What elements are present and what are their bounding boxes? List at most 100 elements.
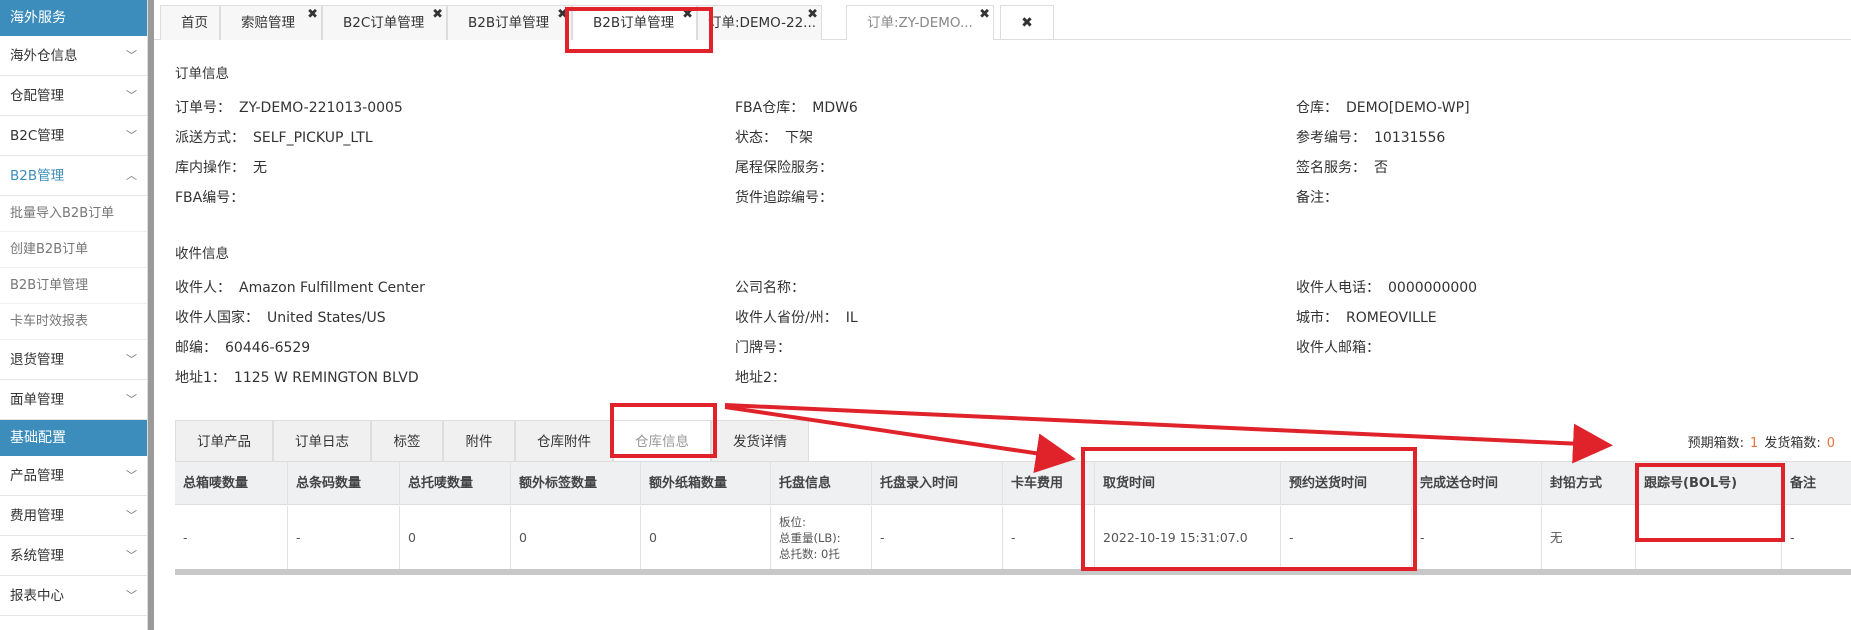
shipped-boxes-value: 0	[1826, 436, 1835, 451]
sidebar-subitem-import-b2b[interactable]: 批量导入B2B订单	[0, 196, 147, 232]
column-header: 托盘信息	[771, 462, 872, 504]
sidebar-item-labels[interactable]: 面单管理 ﹀	[0, 380, 147, 420]
field-value: 0000000000	[1388, 280, 1478, 296]
field-label: 收件人省份/州：	[735, 310, 838, 326]
table-cell: -	[872, 506, 1003, 570]
tab-label: 订单:DEMO-22...	[708, 15, 817, 31]
sidebar-item-label: B2C管理	[10, 128, 65, 144]
sidebar-subitem-b2b-orders[interactable]: B2B订单管理	[0, 268, 147, 304]
close-icon[interactable]: ✖	[979, 6, 990, 32]
tab-label: 索赔管理	[241, 15, 295, 31]
sidebar-subitem-truck-report[interactable]: 卡车时效报表	[0, 304, 147, 340]
column-header: 跟踪号(BOL号)	[1636, 462, 1782, 504]
field-address2: 地址2：	[735, 367, 794, 387]
chevron-down-icon: ﹀	[126, 549, 137, 562]
table-horizontal-scrollbar[interactable]	[175, 569, 1851, 575]
sidebar-item-returns[interactable]: 退货管理 ﹀	[0, 340, 147, 380]
field-label: 货件追踪编号：	[735, 190, 833, 206]
table-cell: -	[1003, 506, 1095, 570]
sidebar-item-fees[interactable]: 费用管理 ﹀	[0, 496, 147, 536]
sidebar-header-base-config[interactable]: 基础配置	[0, 420, 147, 456]
sidebar-header-overseas[interactable]: 海外服务	[0, 0, 147, 36]
field-label: 订单号：	[175, 100, 231, 116]
sidebar-item-warehouse-info[interactable]: 海外仓信息 ﹀	[0, 36, 147, 76]
field-phone: 收件人电话： 0000000000	[1296, 277, 1477, 297]
tab-order-log[interactable]: 订单日志	[273, 420, 371, 462]
tab-home[interactable]: 首页	[160, 5, 220, 40]
field-value: ZY-DEMO-221013-0005	[239, 100, 403, 116]
table-row[interactable]: - - 0 0 0 板位: 总重量(LB): 总托数: 0托 - - 2022-…	[175, 506, 1851, 570]
tab-warehouse-info[interactable]: 仓库信息	[613, 420, 711, 462]
field-label: 地址1：	[175, 370, 226, 386]
column-header: 总箱唛数量	[175, 462, 288, 504]
sidebar-item-b2c[interactable]: B2C管理 ﹀	[0, 116, 147, 156]
expected-boxes-label: 预期箱数:	[1687, 436, 1745, 451]
table-cell: -	[175, 506, 288, 570]
table-cell	[1636, 506, 1782, 570]
table-cell: 0	[400, 506, 511, 570]
sidebar-item-label: 面单管理	[10, 392, 64, 408]
close-icon[interactable]: ✖	[557, 6, 568, 32]
tab-claims[interactable]: 索赔管理 ✖	[220, 5, 322, 40]
close-icon[interactable]: ✖	[432, 6, 443, 32]
sidebar-item-label: 报表中心	[10, 588, 64, 604]
table-cell: 无	[1542, 506, 1636, 570]
field-label: 参考编号：	[1296, 130, 1366, 146]
close-icon[interactable]: ✖	[682, 6, 693, 32]
field-label: 签名服务：	[1296, 160, 1366, 176]
field-label: FBA仓库：	[735, 100, 805, 116]
table-cell: -	[1790, 530, 1795, 545]
sidebar-item-label: 仓配管理	[10, 88, 64, 104]
chevron-up-icon: ︿	[126, 169, 137, 182]
tab-label: 订单:ZY-DEMO...	[867, 15, 973, 31]
table-cell: -	[1281, 506, 1412, 570]
sidebar-item-system[interactable]: 系统管理 ﹀	[0, 536, 147, 576]
tab-b2b-orders-2[interactable]: B2B订单管理 ✖	[572, 5, 697, 40]
close-icon[interactable]: ✖	[807, 6, 818, 32]
close-all-tabs-button[interactable]: ✖	[1000, 5, 1054, 40]
tab-b2c-orders[interactable]: B2C订单管理 ✖	[322, 5, 447, 40]
pallet-position: 板位:	[779, 515, 806, 529]
sidebar-item-fulfillment[interactable]: 仓配管理 ﹀	[0, 76, 147, 116]
sidebar-item-products[interactable]: 产品管理 ﹀	[0, 456, 147, 496]
field-status: 状态： 下架	[735, 127, 813, 147]
field-delivery-method: 派送方式： SELF_PICKUP_LTL	[175, 127, 373, 147]
tab-bar: 首页 索赔管理 ✖ B2C订单管理 ✖ B2B订单管理 ✖ B2B订单管理 ✖ 订单:D…	[154, 0, 1851, 40]
tab-order-demo[interactable]: 订单:DEMO-22... ✖	[697, 5, 822, 40]
shipped-boxes-label: 发货箱数:	[1764, 436, 1821, 451]
tab-b2b-orders-1[interactable]: B2B订单管理 ✖	[447, 5, 572, 40]
field-label: FBA编号：	[175, 190, 245, 206]
tab-order-zy-demo[interactable]: 订单:ZY-DEMO... ✖	[846, 5, 994, 40]
chevron-down-icon: ﹀	[126, 393, 137, 406]
column-header: 预约送货时间	[1281, 462, 1412, 504]
tab-labels[interactable]: 标签	[371, 420, 443, 462]
column-header: 取货时间	[1095, 462, 1281, 504]
field-label: 收件人国家：	[175, 310, 259, 326]
sidebar-subitem-create-b2b[interactable]: 创建B2B订单	[0, 232, 147, 268]
receiver-info-title: 收件信息	[175, 246, 229, 262]
field-warehouse: 仓库： DEMO[DEMO-WP]	[1296, 97, 1470, 117]
tab-shipping-details[interactable]: 发货详情	[711, 420, 809, 462]
tab-order-products[interactable]: 订单产品	[175, 420, 273, 462]
tab-attachments[interactable]: 附件	[443, 420, 515, 462]
field-value: United States/US	[267, 310, 386, 326]
field-insurance: 尾程保险服务：	[735, 157, 841, 177]
field-label: 状态：	[735, 130, 777, 146]
field-value: IL	[845, 310, 858, 326]
tab-warehouse-attachments[interactable]: 仓库附件	[515, 420, 613, 462]
field-country: 收件人国家： United States/US	[175, 307, 386, 327]
box-counts: 预期箱数: 1 发货箱数: 0	[1688, 432, 1835, 451]
field-label: 收件人：	[175, 280, 231, 296]
chevron-down-icon: ﹀	[126, 353, 137, 366]
table-cell: 2022-10-19 15:31:07.0	[1095, 506, 1281, 570]
field-tracking-no: 货件追踪编号：	[735, 187, 841, 207]
field-email: 收件人邮箱：	[1296, 337, 1388, 357]
field-fba-no: FBA编号：	[175, 187, 252, 207]
sidebar-item-reports[interactable]: 报表中心 ﹀	[0, 576, 147, 616]
column-header: 额外纸箱数量	[641, 462, 771, 504]
sidebar-item-label: 退货管理	[10, 352, 64, 368]
sidebar-item-b2b[interactable]: B2B管理 ︿	[0, 156, 147, 196]
warehouse-info-table: 总箱唛数量 总条码数量 总托唛数量 额外标签数量 额外纸箱数量 托盘信息 托盘录…	[175, 461, 1851, 574]
close-icon[interactable]: ✖	[307, 6, 318, 32]
field-state: 收件人省份/州： IL	[735, 307, 858, 327]
